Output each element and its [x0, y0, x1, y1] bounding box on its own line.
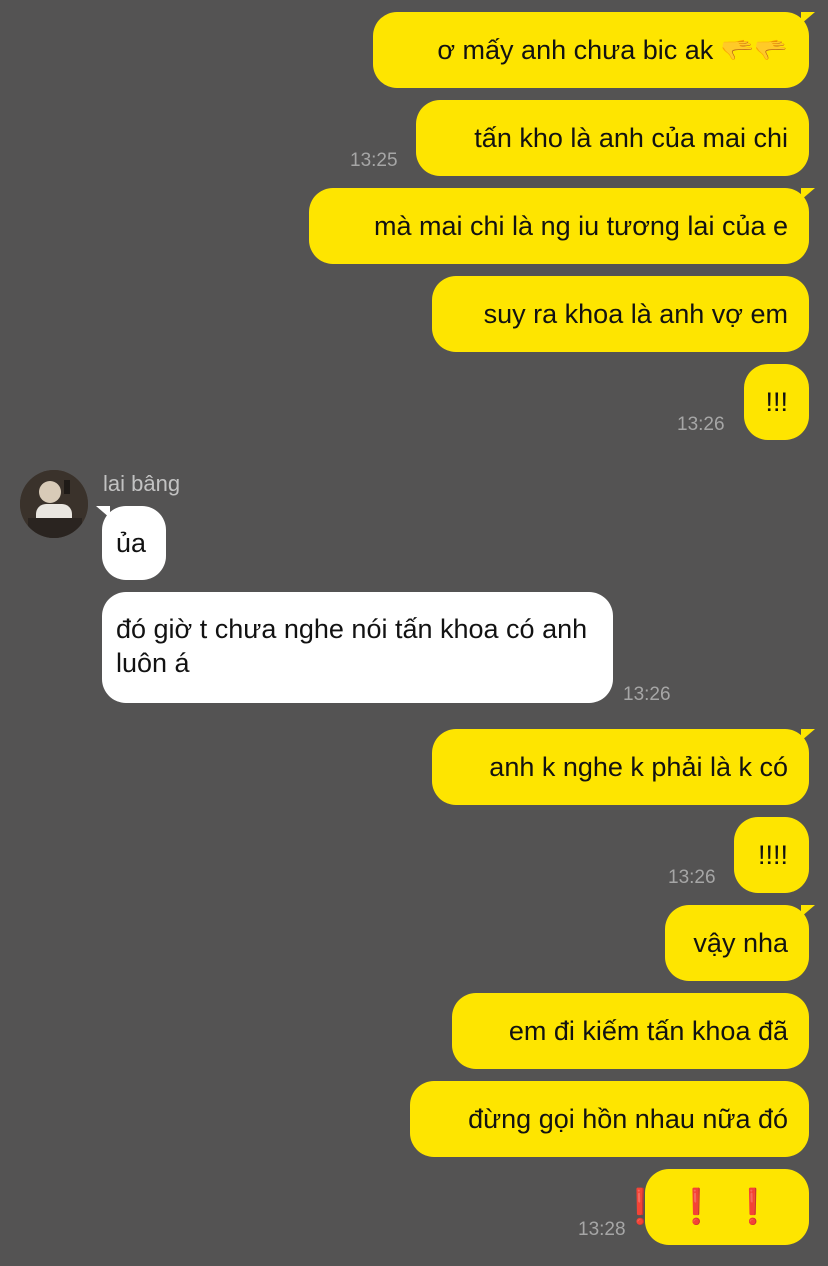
message-timestamp: 13:26	[668, 867, 716, 888]
message-timestamp: 13:26	[677, 414, 725, 435]
message-text: anh k nghe k phải là k có	[489, 752, 788, 782]
message-bubble-outgoing[interactable]: !!!!	[734, 817, 809, 893]
message-bubble-outgoing[interactable]: đừng gọi hồn nhau nữa đó	[410, 1081, 809, 1157]
message-text: em đi kiếm tấn khoa đã	[508, 1016, 788, 1046]
message-text: !!!!	[757, 840, 788, 870]
message-text: mà mai chi là ng iu tương lai của e	[374, 211, 788, 241]
message-bubble-outgoing[interactable]: mà mai chi là ng iu tương lai của e	[309, 188, 815, 264]
message-text: đừng gọi hồn nhau nữa đó	[468, 1104, 788, 1134]
message-timestamp: 13:25	[350, 150, 398, 171]
message-bubble-outgoing[interactable]: ơ mấy anh chưa bic ak 🫳🫳	[373, 12, 815, 88]
message-bubble-outgoing[interactable]: !!!	[744, 364, 809, 440]
message-bubble-incoming[interactable]: đó giờ t chưa nghe nói tấn khoa có anh l…	[102, 592, 613, 703]
message-bubble-outgoing[interactable]: anh k nghe k phải là k có	[432, 729, 815, 805]
message-text: tấn kho là anh của mai chi	[474, 123, 788, 153]
message-bubble-outgoing[interactable]: suy ra khoa là anh vợ em	[432, 276, 809, 352]
avatar-photo-icon	[20, 470, 88, 538]
sender-name: lai bâng	[103, 471, 181, 496]
message-bubble-outgoing[interactable]: ❗❗❗	[619, 1169, 809, 1245]
message-timestamp: 13:28	[578, 1219, 626, 1240]
message-bubble-outgoing[interactable]: tấn kho là anh của mai chi	[416, 100, 809, 176]
message-text: ủa	[116, 528, 147, 558]
message-bubble-outgoing[interactable]: em đi kiếm tấn khoa đã	[452, 993, 809, 1069]
contact-avatar[interactable]	[20, 470, 88, 538]
message-bubble-outgoing[interactable]: vậy nha	[665, 905, 815, 981]
message-text: suy ra khoa là anh vợ em	[483, 299, 788, 329]
message-timestamp: 13:26	[623, 684, 671, 705]
message-text: vậy nha	[693, 928, 788, 958]
message-text: ơ mấy anh chưa bic ak 🫳🫳	[437, 35, 788, 65]
message-text: đó giờ t chưa nghe nói tấn khoa có anh l…	[116, 614, 588, 678]
message-text: !!!	[765, 387, 788, 417]
exclamation-icon: ❗❗❗	[618, 1188, 788, 1226]
message-bubble-incoming[interactable]: ủa	[96, 506, 166, 580]
